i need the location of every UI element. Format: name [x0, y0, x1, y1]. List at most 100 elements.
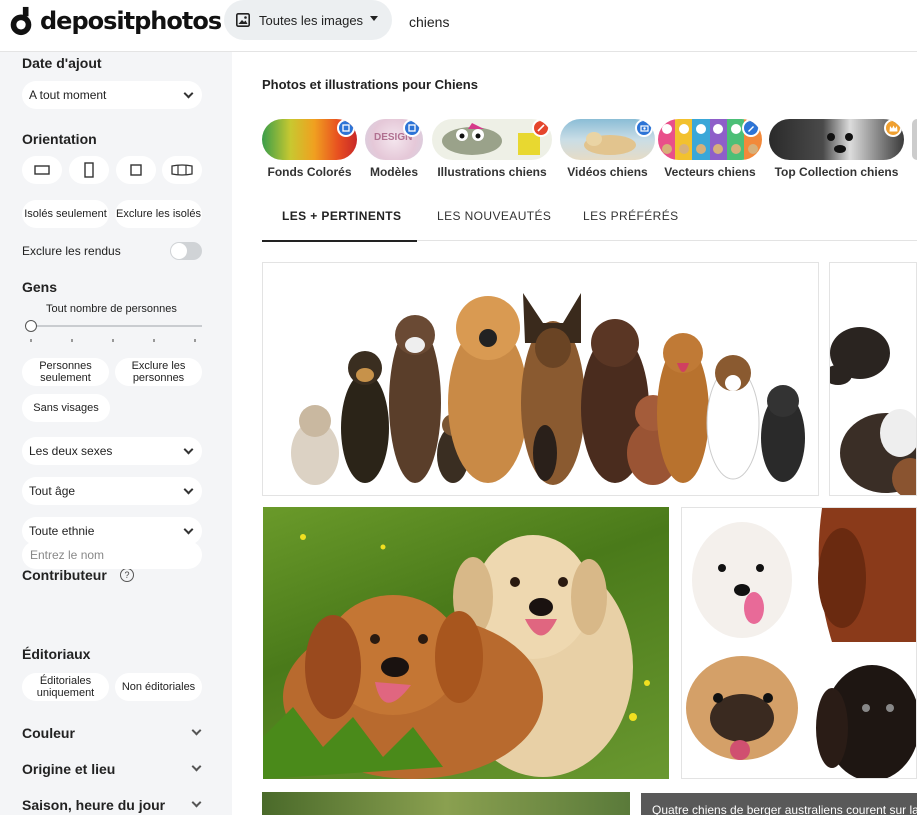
square-icon	[130, 164, 142, 176]
golden-retrievers-photo	[263, 534, 650, 779]
chevron-down-icon	[183, 88, 194, 99]
people-count-label: Tout nombre de personnes	[46, 303, 177, 315]
chip-label: Vecteurs chiens	[664, 165, 756, 179]
chip-label: Illustrations chiens	[437, 165, 547, 179]
logo-text: depositphotos	[40, 7, 222, 35]
chip-templates[interactable]: DESIGN Modèles	[365, 119, 423, 179]
date-added-select[interactable]: A tout moment	[22, 81, 202, 109]
chevron-down-icon[interactable]	[191, 797, 202, 808]
slider-tick	[71, 339, 73, 342]
caret-down-icon	[370, 16, 378, 21]
copy-icon	[337, 119, 355, 137]
logo[interactable]: depositphotos	[8, 4, 222, 38]
chip-label: Top Collection chiens	[774, 165, 899, 179]
non-editorial-button[interactable]: Non éditoriales	[115, 673, 202, 701]
chevron-down-icon	[183, 484, 194, 495]
people-only-button[interactable]: Personnes seulement	[22, 358, 109, 386]
chip-label: Modèles	[369, 165, 418, 179]
logo-mark-icon	[10, 6, 32, 36]
panorama-icon	[171, 164, 193, 176]
date-added-value: A tout moment	[29, 88, 107, 102]
orientation-title: Orientation	[22, 131, 97, 147]
date-added-title: Date d'ajout	[22, 55, 102, 71]
gender-select[interactable]: Les deux sexes	[22, 437, 202, 465]
chevron-down-icon[interactable]	[191, 761, 202, 772]
crown-icon	[884, 119, 902, 137]
chevron-down-icon	[183, 444, 194, 455]
chip-dog-vectors[interactable]: Vecteurs chiens	[658, 119, 762, 179]
people-title: Gens	[22, 279, 58, 295]
orientation-horizontal-button[interactable]	[22, 156, 62, 184]
result-image-golden-retrievers[interactable]	[263, 507, 669, 779]
dog-group-photo	[291, 293, 805, 485]
pen-icon	[742, 119, 760, 137]
chip-thumbnail	[432, 119, 552, 160]
landscape-icon	[34, 165, 50, 175]
ethnicity-value: Toute ethnie	[29, 524, 95, 538]
no-faces-button[interactable]: Sans visages	[22, 394, 110, 422]
image-caption[interactable]: Quatre chiens de berger australiens cour…	[641, 793, 917, 815]
chip-dog-illustrations[interactable]: Illustrations chiens	[432, 119, 552, 179]
chip-thumbnail	[560, 119, 655, 160]
exclude-renders-label: Exclure les rendus	[22, 244, 121, 258]
image-type-select[interactable]: Toutes les images	[224, 0, 392, 40]
slider-tick	[112, 339, 114, 342]
brush-icon	[532, 119, 550, 137]
filters-sidebar: Date d'ajout A tout moment Orientation I…	[0, 52, 232, 815]
result-image-partial[interactable]	[262, 792, 630, 815]
orientation-panorama-button[interactable]	[162, 156, 202, 184]
age-select[interactable]: Tout âge	[22, 477, 202, 505]
people-slider-track[interactable]	[30, 325, 202, 327]
image-icon	[236, 13, 250, 27]
exclude-renders-toggle[interactable]	[170, 242, 202, 260]
editorial-title: Éditoriaux	[22, 646, 91, 662]
contributor-input[interactable]	[22, 541, 202, 569]
contributor-title: Contributeur	[22, 567, 107, 583]
age-value: Tout âge	[29, 484, 76, 498]
editorial-only-button[interactable]: Éditoriales uniquement	[22, 673, 109, 701]
tab-newest[interactable]: LES NOUVEAUTÉS	[437, 209, 551, 223]
dog-collage-photo	[682, 508, 916, 778]
chevron-down-icon[interactable]	[191, 725, 202, 736]
result-image-dog-collage[interactable]	[681, 507, 917, 779]
chip-next-partial[interactable]	[912, 119, 917, 160]
chip-dog-videos[interactable]: Vidéos chiens	[560, 119, 655, 179]
gender-value: Les deux sexes	[29, 444, 113, 458]
tab-most-relevant[interactable]: LES + PERTINENTS	[282, 209, 401, 223]
chip-thumbnail	[769, 119, 904, 160]
exclude-people-button[interactable]: Exclure les personnes	[115, 358, 202, 386]
isolated-only-button[interactable]: Isolés seulement	[22, 200, 109, 228]
orientation-square-button[interactable]	[116, 156, 156, 184]
exclude-isolated-button[interactable]: Exclure les isolés	[115, 200, 202, 228]
chip-label: Fonds Colorés	[267, 165, 352, 179]
help-icon[interactable]: ?	[120, 568, 134, 582]
chip-thumbnail	[658, 119, 762, 160]
orientation-vertical-button[interactable]	[69, 156, 109, 184]
top-bar: depositphotos Toutes les images	[0, 0, 917, 52]
page-title: Photos et illustrations pour Chiens	[262, 77, 478, 92]
pointer-dog-photo	[830, 327, 916, 495]
chip-thumbnail	[262, 119, 357, 160]
chevron-down-icon	[183, 524, 194, 535]
result-image-pointer-dog[interactable]	[829, 262, 917, 496]
search-input[interactable]	[396, 0, 917, 44]
season-title[interactable]: Saison, heure du jour	[22, 797, 165, 813]
chip-top-collection[interactable]: Top Collection chiens	[769, 119, 904, 179]
tab-favorites[interactable]: LES PRÉFÉRÉS	[583, 209, 679, 223]
result-image-dog-group[interactable]	[262, 262, 819, 496]
image-type-label: Toutes les images	[259, 12, 364, 28]
camera-icon	[635, 119, 653, 137]
chip-colored-backgrounds[interactable]: Fonds Colorés	[262, 119, 357, 179]
active-tab-underline	[262, 240, 417, 242]
chip-label: Vidéos chiens	[567, 165, 648, 179]
slider-tick	[153, 339, 155, 342]
origin-title[interactable]: Origine et lieu	[22, 761, 115, 777]
slider-tick	[30, 339, 32, 342]
chip-thumbnail: DESIGN	[365, 119, 423, 160]
toggle-knob	[171, 243, 187, 259]
slider-tick	[194, 339, 196, 342]
people-slider-handle[interactable]	[25, 320, 37, 332]
copy-icon	[403, 119, 421, 137]
portrait-icon	[84, 162, 94, 178]
color-title[interactable]: Couleur	[22, 725, 75, 741]
